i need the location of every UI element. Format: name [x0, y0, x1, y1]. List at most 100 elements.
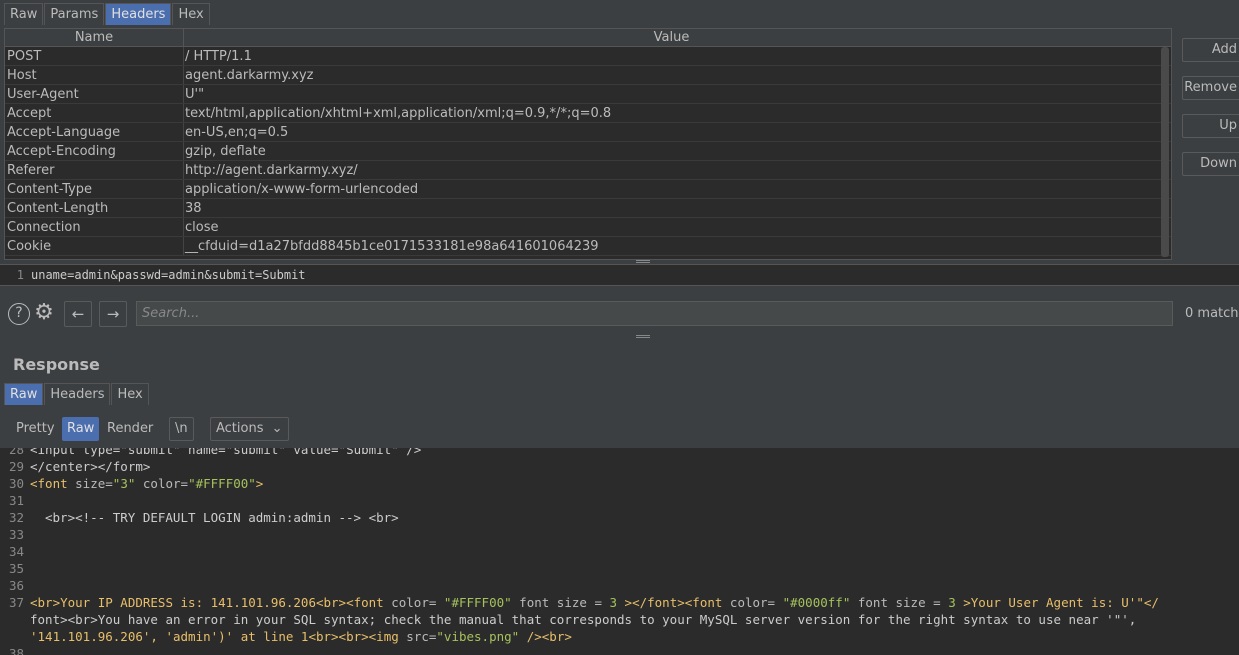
table-row[interactable]: POST / HTTP/1.1: [5, 47, 1171, 66]
line-number: 32: [8, 510, 24, 525]
headers-scrollbar[interactable]: [1161, 47, 1169, 257]
response-raw-view[interactable]: 28 <input type="submit" name="submit" va…: [0, 448, 1239, 655]
line-number: 31: [8, 493, 24, 508]
header-name: Content-Type: [5, 180, 184, 198]
table-row[interactable]: Cookie __cfduid=d1a27bfdd8845b1ce01715331…: [5, 237, 1171, 256]
table-row[interactable]: Content-Type application/x-www-form-urlen…: [5, 180, 1171, 199]
code-line: 36: [0, 577, 1239, 594]
header-name: Cookie: [5, 237, 184, 255]
request-body-editor[interactable]: 1 uname=admin&passwd=admin&submit=Submit: [0, 264, 1239, 286]
code-line-wrap: font><br>You have an error in your SQL s…: [0, 611, 1239, 628]
tab-hex[interactable]: Hex: [111, 383, 149, 405]
line-number: 37: [8, 595, 24, 610]
column-name-header[interactable]: Name: [5, 29, 184, 46]
up-button[interactable]: Up: [1182, 114, 1239, 138]
code-line: 34: [0, 543, 1239, 560]
line-number: 29: [8, 459, 24, 474]
table-row[interactable]: Host agent.darkarmy.xyz: [5, 66, 1171, 85]
request-tabs: Raw Params Headers Hex: [4, 3, 211, 25]
response-title: Response: [13, 355, 100, 374]
splitter-grip[interactable]: [636, 260, 650, 263]
header-name: Referer: [5, 161, 184, 179]
splitter-grip[interactable]: [636, 335, 650, 338]
code-line: 30 <font size="3" color="#FFFF00">: [0, 475, 1239, 492]
code-text: font><br>You have an error in your SQL s…: [30, 612, 1137, 627]
header-value: en-US,en;q=0.5: [185, 125, 289, 140]
header-value: application/x-www-form-urlencoded: [185, 182, 419, 197]
code-line: 37 <br>Your IP ADDRESS is: 141.101.96.20…: [0, 594, 1239, 611]
line-number: 28: [8, 448, 24, 457]
tab-headers[interactable]: Headers: [105, 3, 172, 25]
header-value: __cfduid=d1a27bfdd8845b1ce0171533181e98a…: [185, 239, 599, 254]
code-text: '141.101.96.206', 'admin')' at line 1<br…: [30, 629, 572, 644]
response-tabs: Raw Headers Hex: [4, 383, 150, 405]
pretty-button[interactable]: Pretty: [11, 417, 60, 441]
tab-hex[interactable]: Hex: [172, 3, 210, 25]
table-row[interactable]: Accept-Encoding gzip, deflate: [5, 142, 1171, 161]
search-bar: ? ⚙ ← → Search... 0 matches: [0, 298, 1239, 330]
table-row[interactable]: Referer http://agent.darkarmy.xyz/: [5, 161, 1171, 180]
code-line: 35: [0, 560, 1239, 577]
code-text: <br>Your IP ADDRESS is: 141.101.96.206<b…: [30, 595, 1159, 610]
line-number: 35: [8, 561, 24, 576]
response-toolbar: Pretty Raw Render \n Actions ⌄: [0, 416, 1239, 446]
chevron-down-icon: ⌄: [271, 421, 283, 436]
render-button[interactable]: Render: [102, 417, 158, 441]
tab-raw[interactable]: Raw: [4, 383, 44, 405]
down-button[interactable]: Down: [1182, 152, 1239, 176]
raw-button[interactable]: Raw: [62, 417, 100, 441]
header-value: text/html,application/xhtml+xml,applicat…: [185, 106, 612, 121]
code-text: <input type="submit" name="submit" value…: [30, 448, 422, 457]
code-line: 31: [0, 492, 1239, 509]
table-row[interactable]: Accept-Language en-US,en;q=0.5: [5, 123, 1171, 142]
tab-headers[interactable]: Headers: [44, 383, 111, 405]
line-number: 33: [8, 527, 24, 542]
header-name: Connection: [5, 218, 184, 236]
add-button[interactable]: Add: [1182, 38, 1239, 62]
header-name: Content-Length: [5, 199, 184, 217]
line-number: 36: [8, 578, 24, 593]
header-name: Accept: [5, 104, 184, 122]
column-value-header[interactable]: Value: [184, 29, 1159, 46]
table-row[interactable]: Connection close: [5, 218, 1171, 237]
table-header: Name Value: [5, 29, 1171, 47]
remove-button[interactable]: Remove: [1182, 76, 1239, 100]
header-name: Host: [5, 66, 184, 84]
header-value: http://agent.darkarmy.xyz/: [185, 163, 358, 178]
table-row[interactable]: Accept text/html,application/xhtml+xml,ap…: [5, 104, 1171, 123]
header-value: gzip, deflate: [185, 144, 266, 159]
newline-toggle[interactable]: \n: [169, 417, 194, 441]
line-number: 1: [16, 268, 24, 282]
code-text: <br><!-- TRY DEFAULT LOGIN admin:admin -…: [45, 510, 399, 525]
match-count: 0 matches: [1185, 306, 1239, 321]
settings-icon[interactable]: ⚙: [32, 301, 56, 325]
arrow-left-icon: ←: [71, 305, 85, 323]
headers-table: Name Value POST / HTTP/1.1 Host agent.dark…: [4, 28, 1172, 260]
next-match-button[interactable]: →: [99, 301, 127, 327]
previous-match-button[interactable]: ←: [64, 301, 92, 327]
code-line: 33: [0, 526, 1239, 543]
code-line: 32 <br><!-- TRY DEFAULT LOGIN admin:admi…: [0, 509, 1239, 526]
actions-label: Actions: [216, 421, 264, 436]
help-icon[interactable]: ?: [8, 303, 30, 325]
request-body-text: uname=admin&passwd=admin&submit=Submit: [31, 268, 306, 282]
header-value: U'": [185, 87, 205, 102]
code-line: 38: [0, 645, 1239, 655]
table-row[interactable]: Content-Length 38: [5, 199, 1171, 218]
line-number: 38: [8, 646, 24, 655]
header-value: 38: [185, 201, 202, 216]
tab-raw[interactable]: Raw: [4, 3, 44, 25]
header-name: POST: [5, 47, 184, 65]
code-line: 28 <input type="submit" name="submit" va…: [0, 448, 1239, 458]
search-input[interactable]: Search...: [136, 301, 1173, 326]
header-name: Accept-Language: [5, 123, 184, 141]
tab-params[interactable]: Params: [44, 3, 105, 25]
actions-dropdown[interactable]: Actions ⌄: [210, 417, 289, 441]
line-number: 34: [8, 544, 24, 559]
code-line: 29 </center></form>: [0, 458, 1239, 475]
header-name: User-Agent: [5, 85, 184, 103]
table-row[interactable]: User-Agent U'": [5, 85, 1171, 104]
line-number: 30: [8, 476, 24, 491]
header-name: Accept-Encoding: [5, 142, 184, 160]
code-line-wrap: '141.101.96.206', 'admin')' at line 1<br…: [0, 628, 1239, 645]
